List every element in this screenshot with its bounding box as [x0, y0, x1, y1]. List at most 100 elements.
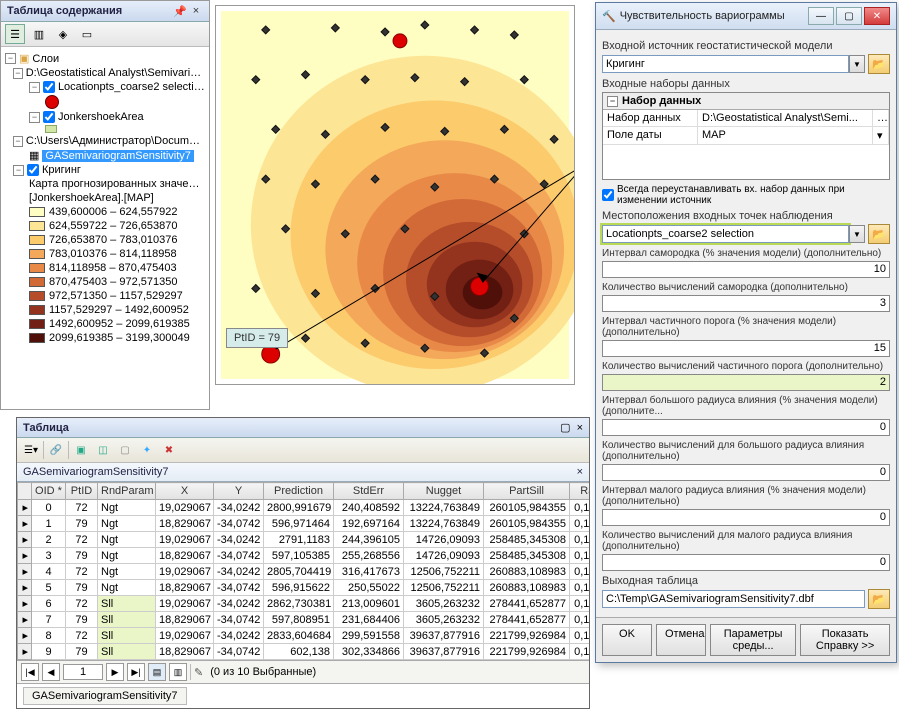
environments-button[interactable]: Параметры среды... [710, 624, 796, 656]
close-button[interactable]: ✕ [864, 7, 890, 25]
table-cell[interactable]: 5 [32, 580, 66, 596]
table-row[interactable]: ▸272Ngt19,029067-34,02422791,1183244,396… [18, 532, 590, 548]
table-cell[interactable]: 14726,09093 [404, 532, 484, 548]
table-cell[interactable]: 231,684406 [334, 612, 404, 628]
table-cell[interactable]: Ngt [98, 580, 156, 596]
table-cell[interactable]: 0,154899 [570, 628, 590, 644]
major-range-count-input[interactable]: 0 [602, 464, 890, 481]
table-row[interactable]: ▸779Sll18,829067-34,0742597,808951231,68… [18, 612, 590, 628]
column-header[interactable]: Y [214, 483, 264, 500]
table-row[interactable]: ▸579Ngt18,829067-34,0742596,915622250,55… [18, 580, 590, 596]
table-cell[interactable]: Sll [98, 612, 156, 628]
dg-value[interactable]: D:\Geostatistical Analyst\Semi... [698, 110, 873, 126]
table-row[interactable]: ▸472Ngt19,029067-34,02422805,704419316,4… [18, 564, 590, 580]
table-cell[interactable]: 278441,652877 [484, 612, 570, 628]
map-view[interactable]: PtID = 79 [215, 5, 575, 385]
table-cell[interactable]: Sll [98, 596, 156, 612]
reset-checkbox[interactable] [602, 189, 614, 201]
table-row[interactable]: ▸379Ngt18,829067-34,0742597,105385255,26… [18, 548, 590, 564]
table-cell[interactable]: 2862,730381 [264, 596, 334, 612]
related-icon[interactable]: 🔗 [46, 440, 66, 460]
show-all-button[interactable]: ▤ [148, 663, 166, 681]
close-tab-icon[interactable]: × [577, 466, 583, 478]
table-cell[interactable]: 8 [32, 628, 66, 644]
table-cell[interactable]: 72 [66, 628, 98, 644]
table-cell[interactable]: 0,154662 [570, 548, 590, 564]
prev-record-button[interactable]: ◀ [42, 663, 60, 681]
zoom-selection-icon[interactable]: ✦ [137, 440, 157, 460]
table-cell[interactable]: 596,971464 [264, 516, 334, 532]
sill-count-input[interactable]: 2 [602, 374, 890, 391]
table-cell[interactable]: Ngt [98, 564, 156, 580]
table-cell[interactable]: 2 [32, 532, 66, 548]
table-cell[interactable]: 258485,345308 [484, 548, 570, 564]
list-by-source-icon[interactable]: ☰ [5, 24, 25, 44]
table-cell[interactable]: Ngt [98, 548, 156, 564]
ok-button[interactable]: OK [602, 624, 652, 656]
chevron-down-icon[interactable]: ▼ [849, 225, 865, 243]
collapse-icon[interactable] [13, 68, 23, 79]
table-cell[interactable]: 79 [66, 580, 98, 596]
table-cell[interactable]: 258485,345308 [484, 532, 570, 548]
table-cell[interactable]: Sll [98, 644, 156, 660]
table-cell[interactable]: 3605,263232 [404, 596, 484, 612]
table-cell[interactable]: 597,105385 [264, 548, 334, 564]
table-cell[interactable]: 302,334866 [334, 644, 404, 660]
table-row[interactable]: ▸979Sll18,829067-34,0742602,138302,33486… [18, 644, 590, 660]
table-cell[interactable]: 79 [66, 548, 98, 564]
collapse-icon[interactable] [607, 96, 618, 107]
tree-layer[interactable]: Locationpts_coarse2 selection [58, 81, 205, 93]
table-cell[interactable]: 72 [66, 596, 98, 612]
table-cell[interactable]: 240,408592 [334, 500, 404, 516]
table-cell[interactable]: 72 [66, 564, 98, 580]
table-cell[interactable]: 12506,752211 [404, 564, 484, 580]
nugget-interval-input[interactable]: 10 [602, 261, 890, 278]
output-table-input[interactable] [602, 590, 865, 608]
table-cell[interactable]: -34,0742 [214, 516, 264, 532]
table-row[interactable]: ▸072Ngt19,029067-34,02422800,991679240,4… [18, 500, 590, 516]
table-cell[interactable]: 1 [32, 516, 66, 532]
table-cell[interactable]: 19,029067 [156, 564, 214, 580]
table-cell[interactable]: -34,0742 [214, 612, 264, 628]
table-cell[interactable]: -34,0742 [214, 548, 264, 564]
table-cell[interactable]: 0,154221 [570, 516, 590, 532]
tree-source[interactable]: C:\Users\Администратор\Documents\Arc [26, 135, 205, 147]
nugget-count-input[interactable]: 3 [602, 295, 890, 312]
tree-table-selected[interactable]: GASemivariogramSensitivity7 [42, 150, 194, 162]
switch-selection-icon[interactable]: ◫ [93, 440, 113, 460]
table-tab[interactable]: GASemivariogramSensitivity7 × [17, 463, 589, 482]
collapse-icon[interactable] [13, 165, 24, 176]
sill-interval-input[interactable]: 15 [602, 340, 890, 357]
pin-icon[interactable]: 📌 [173, 4, 187, 18]
tree-source[interactable]: D:\Geostatistical Analyst\SemivariogramS… [26, 67, 205, 79]
show-selected-button[interactable]: ▥ [169, 663, 187, 681]
table-cell[interactable]: 221799,926984 [484, 628, 570, 644]
table-cell[interactable]: 13224,763849 [404, 516, 484, 532]
bottom-tab[interactable]: GASemivariogramSensitivity7 [23, 687, 187, 705]
collapse-icon[interactable] [29, 112, 40, 123]
table-cell[interactable]: 18,829067 [156, 516, 214, 532]
table-cell[interactable]: 2791,1183 [264, 532, 334, 548]
column-header[interactable]: RndParam [98, 483, 156, 500]
table-cell[interactable]: 244,396105 [334, 532, 404, 548]
table-cell[interactable]: 3605,263232 [404, 612, 484, 628]
table-cell[interactable]: 14726,09093 [404, 548, 484, 564]
table-cell[interactable]: 18,829067 [156, 612, 214, 628]
last-record-button[interactable]: ▶| [127, 663, 145, 681]
table-cell[interactable]: 39637,877916 [404, 628, 484, 644]
tree-group[interactable]: Кригинг [42, 164, 81, 176]
layer-checkbox[interactable] [27, 164, 39, 176]
table-cell[interactable]: 19,029067 [156, 500, 214, 516]
table-cell[interactable]: 192,697164 [334, 516, 404, 532]
table-cell[interactable]: 7 [32, 612, 66, 628]
location-combo[interactable] [602, 225, 849, 243]
table-cell[interactable]: 250,55022 [334, 580, 404, 596]
dg-value[interactable]: MAP [698, 127, 873, 144]
tree-layer[interactable]: JonkershoekArea [58, 111, 144, 123]
table-cell[interactable]: 79 [66, 516, 98, 532]
dataset-grid[interactable]: Набор данных Набор данныхD:\Geostatistic… [602, 92, 890, 180]
minor-range-interval-input[interactable]: 0 [602, 509, 890, 526]
clear-selection-icon[interactable]: ▢ [115, 440, 135, 460]
column-header[interactable]: X [156, 483, 214, 500]
table-cell[interactable]: 13224,763849 [404, 500, 484, 516]
